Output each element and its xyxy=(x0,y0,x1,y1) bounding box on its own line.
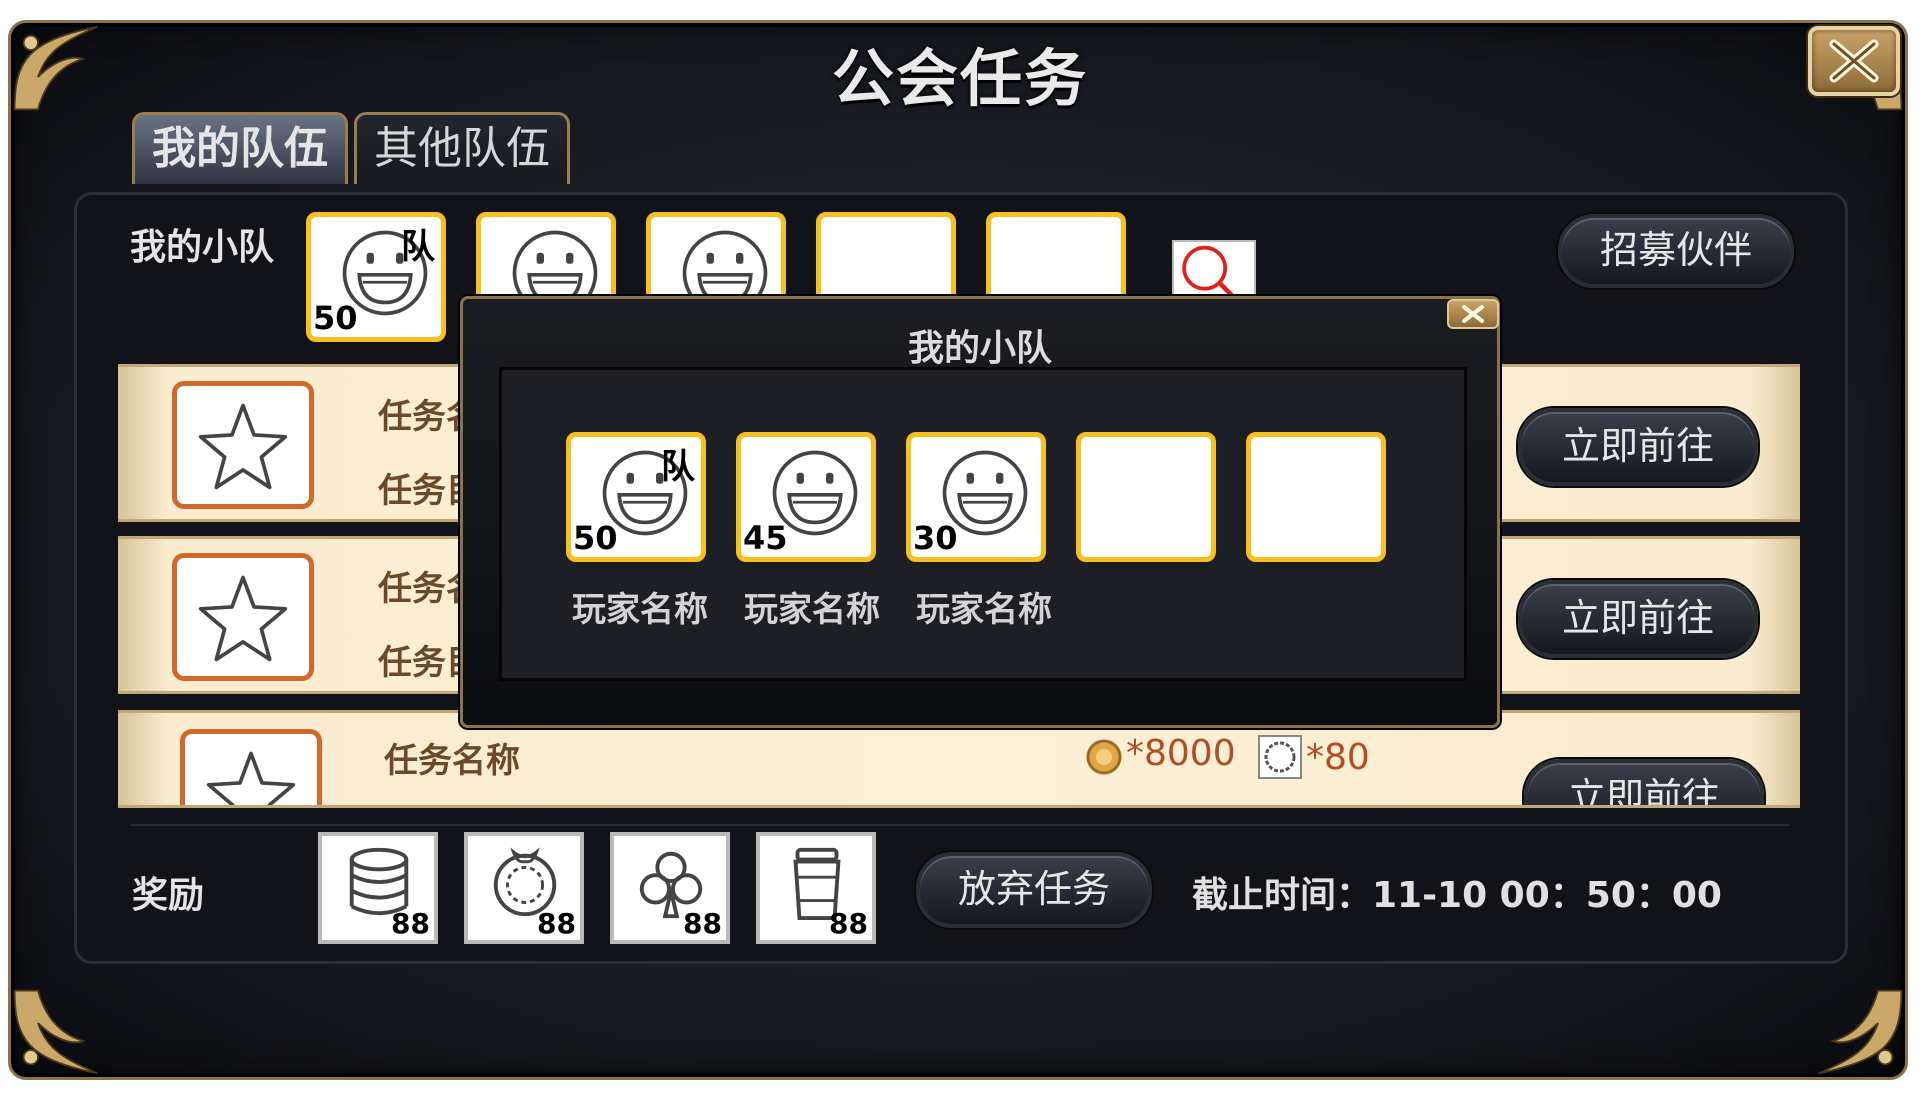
reward-item[interactable]: 88 xyxy=(464,832,584,944)
star-icon xyxy=(197,572,289,664)
player-name: 玩家名称 xyxy=(744,590,880,630)
star-icon xyxy=(197,400,289,492)
corner-ornament xyxy=(11,987,101,1077)
divider xyxy=(130,824,1790,826)
star-icon xyxy=(205,748,297,808)
go-now-button[interactable]: 立即前往 xyxy=(1518,580,1758,658)
reward-item[interactable]: 88 xyxy=(610,832,730,944)
task-icon-frame xyxy=(172,381,314,509)
my-team-popup: 我的小队 队 50 45 30 玩家名称 玩家名称 玩家名称 xyxy=(460,296,1500,728)
search-icon xyxy=(1182,245,1235,298)
reward-count: 88 xyxy=(537,907,576,940)
task-icon-frame xyxy=(172,553,314,681)
player-name: 玩家名称 xyxy=(572,590,708,630)
reward-count: 88 xyxy=(391,907,430,940)
member-slot[interactable]: 45 xyxy=(736,432,876,562)
item-reward-frame xyxy=(1258,735,1302,779)
member-slot[interactable]: 队 50 xyxy=(566,432,706,562)
reward-item[interactable]: 88 xyxy=(756,832,876,944)
captain-badge: 队 xyxy=(661,447,695,487)
task-name: 任务名称 xyxy=(384,741,520,781)
close-x-icon xyxy=(1462,305,1484,323)
captain-badge: 队 xyxy=(401,227,435,267)
item-reward: *80 xyxy=(1306,737,1370,778)
popup-close-button[interactable] xyxy=(1447,299,1499,329)
reward-label: 奖励 xyxy=(132,875,205,916)
search-button[interactable] xyxy=(1172,240,1256,300)
tab-other-teams[interactable]: 其他队伍 xyxy=(354,112,570,184)
window-title: 公会任务 xyxy=(831,42,1088,115)
member-level: 50 xyxy=(313,299,358,337)
gold-coin-icon xyxy=(1086,739,1122,775)
reward-count: 88 xyxy=(829,907,868,940)
member-slot-empty[interactable] xyxy=(1076,432,1216,562)
abandon-task-button[interactable]: 放弃任务 xyxy=(916,852,1152,928)
member-level: 30 xyxy=(913,519,958,557)
reward-count: 88 xyxy=(683,907,722,940)
tab-my-team[interactable]: 我的队伍 xyxy=(132,112,348,184)
player-name: 玩家名称 xyxy=(916,590,1052,630)
task-icon-frame xyxy=(180,729,322,808)
team-label: 我的小队 xyxy=(130,227,275,268)
member-slot-empty[interactable] xyxy=(1246,432,1386,562)
go-now-button[interactable]: 立即前往 xyxy=(1524,759,1764,805)
go-now-button[interactable]: 立即前往 xyxy=(1518,408,1758,486)
coin-reward: *8000 xyxy=(1126,733,1236,774)
wreath-icon xyxy=(1264,741,1296,773)
member-level: 50 xyxy=(573,519,618,557)
member-level: 45 xyxy=(743,519,788,557)
corner-ornament xyxy=(1815,987,1905,1077)
deadline-text: 截止时间：11-10 00：50：00 xyxy=(1192,875,1722,916)
reward-item[interactable]: 88 xyxy=(318,832,438,944)
team-slot[interactable]: 队 50 xyxy=(306,212,446,342)
member-slot[interactable]: 30 xyxy=(906,432,1046,562)
close-x-icon xyxy=(1829,39,1879,83)
popup-content: 队 50 45 30 玩家名称 玩家名称 玩家名称 xyxy=(499,367,1467,681)
popup-title: 我的小队 xyxy=(907,328,1052,369)
recruit-button[interactable]: 招募伙伴 xyxy=(1558,214,1794,288)
close-button[interactable] xyxy=(1808,26,1900,96)
